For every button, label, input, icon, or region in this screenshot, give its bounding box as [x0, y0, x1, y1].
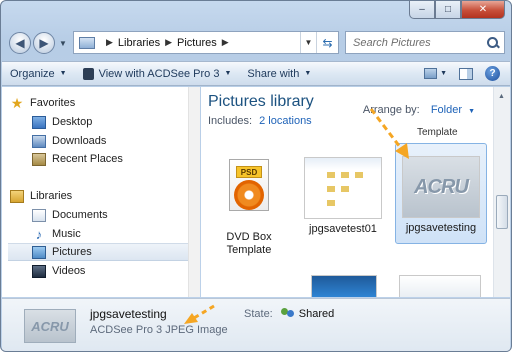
chevron-down-icon: ▼	[59, 70, 67, 77]
address-bar[interactable]: ▶ Libraries ▶ Pictures ▶ ▼ ⇆	[73, 31, 339, 54]
organize-label: Organize	[10, 67, 55, 80]
chevron-down-icon: ▼	[304, 70, 312, 77]
view-with-label: View with ACDSee Pro 3	[98, 67, 220, 80]
details-state: State: Shared	[244, 308, 334, 320]
details-thumbnail: ACRU	[24, 309, 76, 343]
sidebar-item-label: Libraries	[30, 190, 73, 202]
state-value: Shared	[298, 308, 335, 320]
breadcrumb-separator[interactable]: ▶	[165, 37, 172, 48]
sidebar-item-libraries[interactable]: Libraries	[10, 187, 206, 205]
disc-icon	[234, 180, 264, 210]
chevron-down-icon[interactable]: ▼	[468, 108, 475, 115]
maximize-button[interactable]: □	[435, 1, 461, 19]
back-button[interactable]: ◀	[9, 32, 31, 54]
library-location-icon	[79, 36, 95, 49]
library-includes: Includes: 2 locations	[208, 115, 312, 127]
chevron-down-icon[interactable]: ▼	[440, 70, 447, 77]
breadcrumb-pictures[interactable]: Pictures	[177, 37, 217, 49]
file-item-jpgsavetest01[interactable]: jpgsavetest01	[301, 153, 385, 236]
search-icon[interactable]	[487, 36, 499, 49]
sidebar-item-label: Videos	[52, 265, 86, 277]
refresh-icon: ⇆	[322, 35, 333, 50]
forward-arrow-icon: ▶	[39, 36, 49, 50]
chevron-down-icon: ▼	[224, 70, 232, 77]
scroll-up-icon[interactable]: ▲	[498, 93, 505, 100]
navigation-buttons: ◀ ▶ ▼	[9, 32, 67, 54]
file-name: jpgsavetest01	[309, 223, 377, 235]
thumbnail-image: ACRU	[402, 156, 480, 218]
downloads-icon	[32, 134, 46, 148]
psd-file-icon: PSD	[229, 159, 269, 211]
thumbnail-logo-text: ACRU	[414, 175, 469, 198]
pictures-icon	[32, 245, 46, 259]
address-dropdown-button[interactable]: ▼	[300, 32, 316, 53]
sidebar-item-pictures[interactable]: Pictures	[8, 243, 188, 261]
scrollbar-thumb[interactable]	[496, 195, 508, 229]
annotation-arrow-icon	[184, 304, 215, 324]
minimize-button[interactable]: –	[409, 1, 435, 19]
shared-users-icon	[280, 308, 295, 320]
details-logo-text: ACRU	[31, 318, 69, 334]
search-box[interactable]: Search Pictures	[345, 31, 505, 54]
thumbnail-image	[304, 157, 382, 219]
partial-thumbnail[interactable]	[399, 275, 481, 297]
forward-button[interactable]: ▶	[33, 32, 55, 54]
change-view-icon[interactable]	[424, 68, 438, 79]
details-file-name: jpgsavetesting	[90, 307, 167, 321]
page-title: Pictures library	[208, 93, 314, 110]
close-button[interactable]: ✕	[461, 1, 505, 19]
acdsee-icon	[82, 67, 94, 80]
breadcrumb-libraries[interactable]: Libraries	[118, 37, 160, 49]
locations-link[interactable]: 2 locations	[259, 115, 312, 127]
sidebar-item-favorites[interactable]: ★ Favorites	[10, 94, 206, 112]
sidebar-item-label: Favorites	[30, 97, 76, 109]
content-area: Pictures library Includes: 2 locations A…	[201, 87, 493, 297]
sidebar-item-label: Documents	[52, 209, 108, 221]
breadcrumb-separator[interactable]: ▶	[222, 37, 229, 48]
videos-icon	[32, 264, 46, 278]
arrange-by-dropdown[interactable]: Folder	[431, 104, 462, 116]
search-input[interactable]: Search Pictures	[353, 37, 431, 49]
file-name: DVD Box Template	[226, 231, 272, 256]
libraries-icon	[10, 189, 24, 203]
psd-tag: PSD	[236, 166, 262, 178]
back-arrow-icon: ◀	[15, 36, 25, 50]
breadcrumb-separator[interactable]: ▶	[106, 37, 113, 48]
includes-label: Includes:	[208, 115, 253, 127]
sidebar-item-label: Downloads	[52, 135, 107, 147]
sidebar-item-label: Pictures	[52, 246, 92, 258]
desktop-icon	[32, 115, 46, 129]
view-with-button[interactable]: View with ACDSee Pro 3 ▼	[75, 62, 240, 85]
content-scrollbar[interactable]: ▲	[493, 87, 510, 297]
command-bar: Organize ▼ View with ACDSee Pro 3 ▼ Shar…	[2, 61, 510, 86]
music-icon: ♪	[35, 226, 43, 242]
star-icon: ★	[10, 94, 24, 111]
refresh-button[interactable]: ⇆	[316, 32, 338, 53]
sidebar-item-label: Recent Places	[52, 153, 123, 165]
annotation-arrow-icon	[369, 108, 409, 159]
navigation-pane-scrollbar[interactable]	[188, 87, 200, 297]
details-pane: ACRU jpgsavetesting ACDSee Pro 3 JPEG Im…	[2, 298, 510, 351]
recent-pages-dropdown[interactable]: ▼	[59, 39, 67, 48]
explorer-window: – □ ✕ ◀ ▶ ▼ ▶ Libraries ▶ Pictures ▶ ▼ ⇆…	[0, 0, 512, 352]
breadcrumb: ▶ Libraries ▶ Pictures ▶	[101, 37, 234, 49]
partial-thumbnail[interactable]	[311, 275, 377, 297]
recent-places-icon	[32, 152, 46, 166]
partial-item-label: Template	[417, 127, 458, 138]
help-icon[interactable]: ?	[485, 66, 500, 81]
caption-buttons: – □ ✕	[409, 1, 505, 19]
file-item-dvd-box-template[interactable]: PSD DVD Box Template	[207, 143, 291, 257]
navigation-pane: ★ Favorites Desktop Downloads Recent Pla…	[2, 87, 200, 297]
share-with-button[interactable]: Share with ▼	[239, 62, 319, 85]
sidebar-item-label: Desktop	[52, 116, 93, 128]
state-label: State:	[244, 308, 273, 320]
organize-button[interactable]: Organize ▼	[2, 62, 75, 85]
documents-icon	[32, 208, 46, 222]
share-with-label: Share with	[247, 67, 300, 80]
preview-pane-icon[interactable]	[459, 67, 473, 80]
file-name: jpgsavetesting	[405, 222, 477, 234]
sidebar-item-label: Music	[52, 228, 81, 240]
